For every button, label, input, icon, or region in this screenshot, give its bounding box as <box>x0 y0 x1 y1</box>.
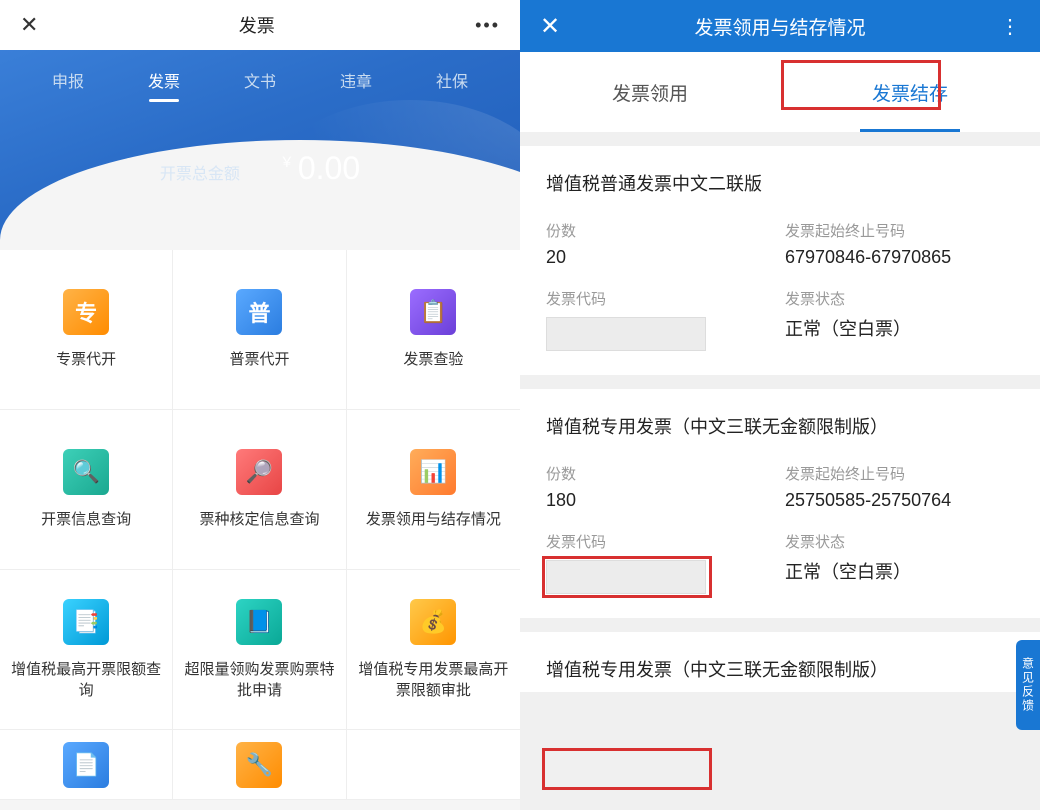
close-icon[interactable]: ✕ <box>20 12 38 38</box>
invoice-card-1: 增值税普通发票中文二联版 份数 20 发票起始终止号码 67970846-679… <box>520 146 1040 375</box>
verify-icon: 📋 <box>410 289 456 335</box>
range-value: 25750585-25750764 <box>785 490 1014 511</box>
cell-type-approval-query[interactable]: 🔎 票种核定信息查询 <box>173 410 346 570</box>
count-label: 份数 <box>546 220 775 241</box>
cell-label: 增值税专用发票最高开票限额审批 <box>357 659 510 701</box>
invoice-card-3: 增值税专用发票（中文三联无金额限制版） <box>520 632 1040 692</box>
type-query-icon: 🔎 <box>236 449 282 495</box>
category-tabs: 申报 发票 文书 违章 社保 <box>0 50 520 100</box>
extra-icon-1: 📄 <box>63 742 109 788</box>
cell-vat-special-limit-approve[interactable]: 💰 增值税专用发票最高开票限额审批 <box>347 570 520 730</box>
amount-label: 开票总金额 <box>160 160 240 184</box>
close-icon[interactable]: ✕ <box>540 12 560 41</box>
cell-extra-1[interactable]: 📄 <box>0 730 173 800</box>
tab-violation[interactable]: 违章 <box>336 60 376 100</box>
tab-social[interactable]: 社保 <box>432 60 472 100</box>
sub-tabs: 发票领用 发票结存 <box>520 52 1040 132</box>
general-invoice-icon: 普 <box>236 289 282 335</box>
cell-empty <box>347 730 520 800</box>
cell-label: 增值税最高开票限额查询 <box>10 659 162 701</box>
status-label: 发票状态 <box>785 288 1014 309</box>
feedback-tab[interactable]: 意见反馈 <box>1016 640 1040 730</box>
tab-document[interactable]: 文书 <box>240 60 280 100</box>
card-title: 增值税普通发票中文二联版 <box>546 170 1014 196</box>
cell-special-invoice[interactable]: 专 专票代开 <box>0 250 173 410</box>
hero-panel: 申报 发票 文书 违章 社保 开票总金额 ￥0.00 <box>0 50 520 260</box>
range-value: 67970846-67970865 <box>785 247 1014 268</box>
cell-overlimit-purchase-apply[interactable]: 📘 超限量领购发票购票特批申请 <box>173 570 346 730</box>
header: ✕ 发票 ••• <box>0 0 520 50</box>
screen-receive-balance: ✕ 发票领用与结存情况 ⋮ 发票领用 发票结存 增值税普通发票中文二联版 份数 … <box>520 0 1040 810</box>
card-fields: 份数 20 发票起始终止号码 67970846-67970865 发票代码 发票… <box>546 220 1014 351</box>
cell-extra-2[interactable]: 🔧 <box>173 730 346 800</box>
more-vertical-icon[interactable]: ⋮ <box>1000 14 1020 39</box>
status-label: 发票状态 <box>785 531 1014 552</box>
cell-vat-max-limit-query[interactable]: 📑 增值税最高开票限额查询 <box>0 570 173 730</box>
tab-invoice[interactable]: 发票 <box>144 60 184 100</box>
tab-declare[interactable]: 申报 <box>48 60 88 100</box>
info-query-icon: 🔍 <box>63 449 109 495</box>
cell-label: 开票信息查询 <box>41 509 131 530</box>
card-title: 增值税专用发票（中文三联无金额限制版） <box>546 413 1014 439</box>
page-title: 发票 <box>239 12 275 38</box>
range-label: 发票起始终止号码 <box>785 220 1014 241</box>
more-icon[interactable]: ••• <box>475 15 500 36</box>
tab-balance[interactable]: 发票结存 <box>780 52 1040 132</box>
card-fields: 份数 180 发票起始终止号码 25750585-25750764 发票代码 发… <box>546 463 1014 594</box>
overlimit-icon: 📘 <box>236 599 282 645</box>
status-value: 正常（空白票） <box>785 315 1014 341</box>
code-label: 发票代码 <box>546 531 775 552</box>
cell-label: 票种核定信息查询 <box>199 509 319 530</box>
screen-invoice-main: ✕ 发票 ••• 申报 发票 文书 违章 社保 开票总金额 ￥0.00 专 专票… <box>0 0 520 810</box>
function-grid-row4: 📄 🔧 <box>0 730 520 800</box>
amount-value: ￥0.00 <box>280 150 360 187</box>
function-grid: 专 专票代开 普 普票代开 📋 发票查验 🔍 开票信息查询 🔎 票种核定信息查询… <box>0 250 520 730</box>
cell-label: 发票查验 <box>403 349 463 370</box>
limit-query-icon: 📑 <box>63 599 109 645</box>
total-amount: 开票总金额 ￥0.00 <box>0 150 520 187</box>
cell-invoice-verify[interactable]: 📋 发票查验 <box>347 250 520 410</box>
code-redacted <box>546 317 706 351</box>
cell-general-invoice[interactable]: 普 普票代开 <box>173 250 346 410</box>
special-invoice-icon: 专 <box>63 289 109 335</box>
header: ✕ 发票领用与结存情况 ⋮ <box>520 0 1040 52</box>
count-value: 180 <box>546 490 775 511</box>
cell-receive-balance[interactable]: 📊 发票领用与结存情况 <box>347 410 520 570</box>
page-title: 发票领用与结存情况 <box>695 13 866 40</box>
special-limit-icon: 💰 <box>410 599 456 645</box>
cell-label: 普票代开 <box>229 349 289 370</box>
cell-label: 专票代开 <box>56 349 116 370</box>
card-title: 增值税专用发票（中文三联无金额限制版） <box>546 656 1014 682</box>
tab-receive[interactable]: 发票领用 <box>520 52 780 132</box>
cell-invoice-info-query[interactable]: 🔍 开票信息查询 <box>0 410 173 570</box>
range-label: 发票起始终止号码 <box>785 463 1014 484</box>
count-value: 20 <box>546 247 775 268</box>
invoice-card-2: 增值税专用发票（中文三联无金额限制版） 份数 180 发票起始终止号码 2575… <box>520 389 1040 618</box>
cell-label: 超限量领购发票购票特批申请 <box>183 659 335 701</box>
highlight-code-1 <box>542 748 712 790</box>
cell-label: 发票领用与结存情况 <box>366 509 501 530</box>
code-redacted <box>546 560 706 594</box>
extra-icon-2: 🔧 <box>236 742 282 788</box>
receive-balance-icon: 📊 <box>410 449 456 495</box>
code-label: 发票代码 <box>546 288 775 309</box>
status-value: 正常（空白票） <box>785 558 1014 584</box>
count-label: 份数 <box>546 463 775 484</box>
